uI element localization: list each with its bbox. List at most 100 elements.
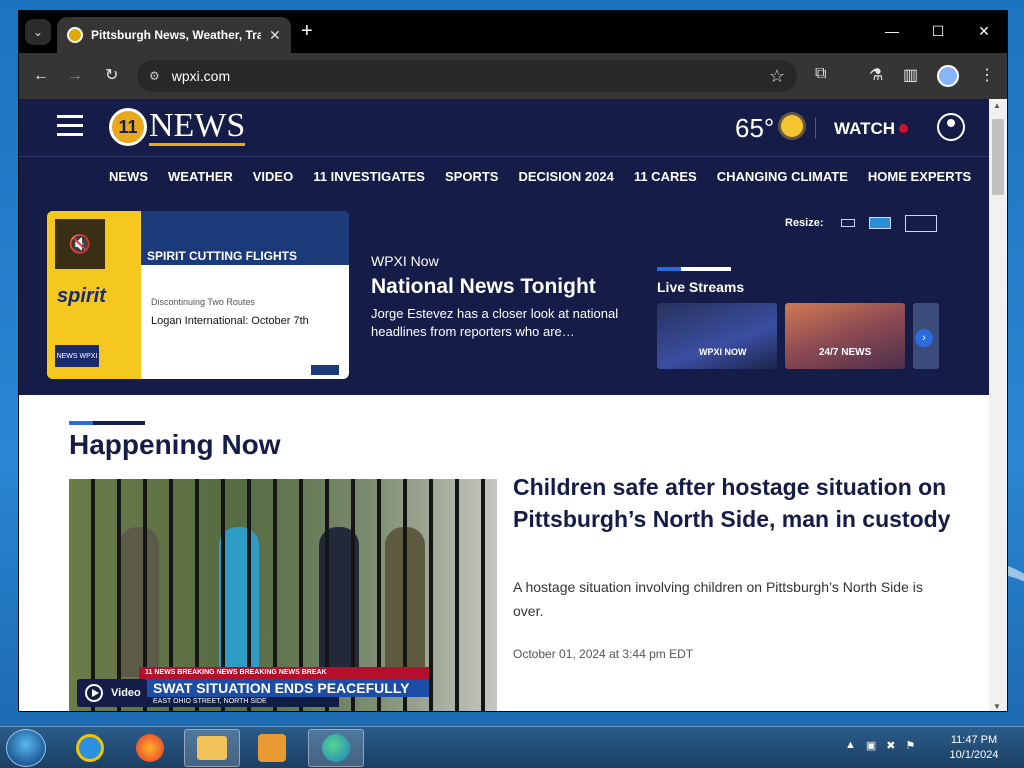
story-headline[interactable]: Children safe after hostage situation on…	[513, 471, 951, 535]
now-title[interactable]: National News Tonight	[371, 275, 596, 299]
tab-strip: ⌄ Pittsburgh News, Weather, Tra ✕ + — ☐ …	[19, 11, 1007, 53]
extensions-icon[interactable]: ⧉	[815, 65, 826, 83]
explorer-taskbar-icon[interactable]	[184, 729, 240, 767]
ticker-sub: EAST OHIO STREET, NORTH SIDE	[139, 697, 339, 707]
nav-item[interactable]: HOME EXPERTS	[868, 169, 971, 184]
nav-item[interactable]: VIDEO	[253, 169, 293, 184]
nav-item[interactable]: SPORTS	[445, 169, 498, 184]
hamburger-icon[interactable]	[57, 115, 83, 137]
ticker-top: 11 NEWS BREAKING NEWS BREAKING NEWS BREA…	[139, 667, 429, 679]
new-tab-button[interactable]: +	[301, 21, 313, 41]
volume-muted-icon[interactable]: ✖	[886, 739, 895, 752]
watch-link[interactable]: WATCH	[834, 119, 895, 139]
active-tab[interactable]: Pittsburgh News, Weather, Tra ✕	[57, 17, 291, 53]
live-streams-heading: Live Streams	[657, 279, 745, 295]
star-icon[interactable]: ☆	[769, 66, 785, 87]
profile-avatar[interactable]	[937, 65, 959, 87]
url-text: wpxi.com	[171, 68, 231, 84]
live-dot-icon	[899, 124, 908, 133]
start-button[interactable]	[6, 729, 46, 767]
taskbar: ▲ ▣ ✖ ⚑ 11:47 PM 10/1/2024	[0, 726, 1024, 768]
temperature[interactable]: 65°	[735, 113, 774, 144]
scrollbar-thumb[interactable]	[992, 119, 1004, 195]
thumb-label: 24/7 NEWS	[819, 347, 872, 358]
carousel-next-icon[interactable]: ›	[915, 329, 933, 347]
nav-item[interactable]: NEWS	[109, 169, 148, 184]
live-stream-thumb-wpxi-now[interactable]: WPXI NOW	[657, 303, 777, 369]
video-label: Video	[111, 687, 141, 699]
header-divider	[19, 156, 991, 157]
story-image[interactable]: 11 NEWS BREAKING NEWS BREAKING NEWS BREA…	[69, 479, 497, 711]
story-date: October 01, 2024 at 3:44 pm EDT	[513, 647, 694, 661]
section-accent	[69, 421, 145, 425]
thumb-label: WPXI NOW	[699, 347, 747, 357]
tab-title: Pittsburgh News, Weather, Tra	[91, 28, 261, 42]
live-streams-accent	[657, 267, 731, 271]
tab-search-button[interactable]: ⌄	[25, 19, 51, 45]
network-icon[interactable]: ▣	[866, 739, 876, 752]
promo-corner-bar	[311, 365, 339, 375]
nav-item[interactable]: WEATHER	[168, 169, 233, 184]
menu-kebab-icon[interactable]: ⋮	[979, 65, 995, 85]
toolbar: ← → ↻ ⚙ wpxi.com ☆ ⧉ ⚗ ▥ ⋮	[19, 53, 1007, 99]
reload-icon[interactable]: ↻	[105, 66, 118, 86]
close-window-button[interactable]: ✕	[961, 11, 1007, 51]
promo-line2: Logan International: October 7th	[151, 315, 309, 327]
nav-item[interactable]: 11 INVESTIGATES	[313, 169, 425, 184]
address-bar[interactable]: ⚙ wpxi.com ☆	[137, 60, 797, 92]
video-promo-player[interactable]: 🔇 spirit NEWS WPXI SPIRIT CUTTING FLIGHT…	[47, 211, 349, 379]
web-page: 11 NEWS 65° WATCH NEWS WEATHER VIDEO 11 INV…	[19, 99, 991, 711]
nav-item[interactable]: 11 CARES	[634, 169, 697, 184]
section-heading: Happening Now	[69, 429, 281, 460]
user-icon[interactable]	[937, 113, 965, 141]
resize-label: Resize:	[785, 217, 824, 229]
site-info-icon[interactable]: ⚙	[149, 69, 160, 83]
weather-sun-icon[interactable]	[781, 115, 803, 137]
firefox-taskbar-icon[interactable]	[122, 729, 178, 767]
promo-title: SPIRIT CUTTING FLIGHTS	[147, 249, 297, 263]
side-panel-icon[interactable]: ▥	[903, 65, 918, 85]
play-icon	[85, 684, 103, 702]
site-logo[interactable]: 11 NEWS	[109, 106, 246, 147]
main-nav: NEWS WEATHER VIDEO 11 INVESTIGATES SPORTS DEC…	[109, 169, 971, 184]
site-header: 11 NEWS 65° WATCH NEWS WEATHER VIDEO 11 INV…	[19, 99, 991, 395]
browser-window: ⌄ Pittsburgh News, Weather, Tra ✕ + — ☐ …	[18, 10, 1008, 712]
tab-close-icon[interactable]: ✕	[269, 27, 281, 44]
logo-text: NEWS	[149, 106, 246, 146]
resize-large-button[interactable]	[905, 215, 937, 232]
resize-medium-button[interactable]	[869, 217, 891, 229]
mute-icon[interactable]: 🔇	[55, 219, 105, 269]
now-kicker: WPXI Now	[371, 253, 439, 269]
minimize-button[interactable]: —	[869, 11, 915, 51]
scroll-up-icon[interactable]: ▲	[993, 101, 1001, 110]
promo-badge: NEWS WPXI	[55, 345, 99, 367]
ticker-main: SWAT SITUATION ENDS PEACEFULLY	[139, 679, 429, 697]
scroll-down-icon[interactable]: ▼	[993, 702, 1001, 711]
labs-icon[interactable]: ⚗	[869, 65, 883, 85]
media-player-taskbar-icon[interactable]	[244, 729, 300, 767]
forward-icon[interactable]: →	[67, 66, 83, 86]
live-stream-thumb-247-news[interactable]: 24/7 NEWS	[785, 303, 905, 369]
logo-mark: 11	[109, 108, 147, 146]
maximize-button[interactable]: ☐	[915, 11, 961, 51]
clock[interactable]: 11:47 PM 10/1/2024	[944, 733, 1004, 763]
flag-icon[interactable]: ⚑	[906, 739, 916, 752]
clock-date: 10/1/2024	[949, 749, 999, 761]
site-favicon-icon	[67, 27, 83, 43]
header-separator	[815, 117, 816, 139]
system-tray: ▲ ▣ ✖ ⚑	[845, 739, 915, 752]
tray-arrow-icon[interactable]: ▲	[845, 739, 856, 752]
nav-item[interactable]: DECISION 2024	[518, 169, 613, 184]
edge-taskbar-icon[interactable]	[308, 729, 364, 767]
story-description: A hostage situation involving children o…	[513, 579, 923, 619]
promo-line1: Discontinuing Two Routes	[151, 297, 255, 307]
resize-small-button[interactable]	[841, 219, 855, 227]
video-button[interactable]: Video	[77, 679, 147, 707]
page-scrollbar[interactable]: ▲ ▼	[989, 99, 1007, 711]
back-icon[interactable]: ←	[33, 66, 49, 86]
nav-item[interactable]: CHANGING CLIMATE	[717, 169, 848, 184]
ie-taskbar-icon[interactable]	[62, 729, 118, 767]
now-description: Jorge Estevez has a closer look at natio…	[371, 306, 619, 339]
promo-brand: spirit	[57, 285, 106, 307]
clock-time: 11:47 PM	[950, 734, 998, 746]
